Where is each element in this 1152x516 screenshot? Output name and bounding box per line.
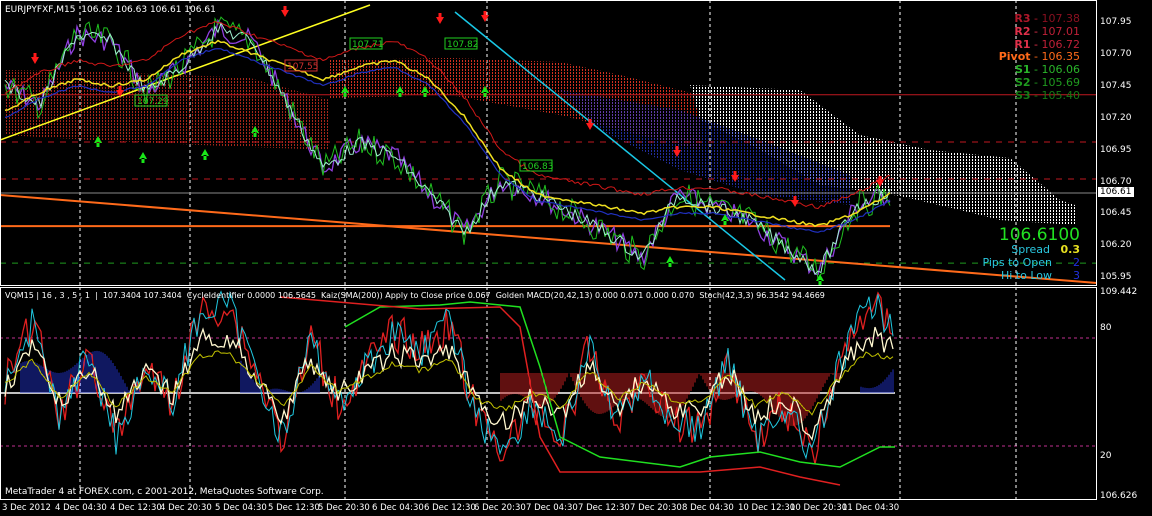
price-axis-label: 106.20 [1100, 240, 1132, 251]
sub-axis-min: 106.626 [1100, 491, 1138, 501]
price-axis-label: 106.95 [1100, 144, 1132, 155]
time-axis-label: 8 Dec 04:30 [682, 503, 734, 513]
pivot-separator: - [1030, 50, 1042, 64]
pivot-value: 106.72 [1041, 37, 1081, 51]
time-axis-label: 6 Dec 20:30 [474, 503, 526, 513]
down-arrow-icon [436, 13, 444, 24]
spread-label: Spread [1011, 243, 1050, 256]
indicator-canvas [0, 287, 1097, 500]
pivot-value: 107.01 [1041, 24, 1081, 38]
price-box-label: 107.82 [447, 40, 479, 50]
price-axis-label: 106.70 [1100, 176, 1132, 187]
pivot-separator: - [1030, 76, 1042, 89]
pivot-value: 105.69 [1041, 76, 1081, 89]
trendline-orange [0, 194, 1098, 284]
time-axis-label: 3 Dec 2012 [2, 503, 51, 513]
sub-axis-20: 20 [1100, 451, 1112, 461]
pivot-label: S3 [1014, 88, 1031, 102]
price-box-label: 106.83 [522, 162, 554, 172]
price-box-label: 107.71 [352, 40, 384, 50]
pivot-label: S2 [1014, 76, 1031, 89]
up-arrow-icon [666, 256, 674, 267]
time-axis-label: 4 Dec 20:30 [160, 503, 212, 513]
indicator-header: VQM15 | 16 , 3 , 5 , 1 | 107.3404 107.34… [5, 291, 825, 300]
time-axis-label: 7 Dec 04:30 [526, 503, 578, 513]
pivot-value: 107.38 [1041, 12, 1081, 25]
signal-red [279, 296, 841, 486]
pivot-label: S1 [1014, 63, 1031, 77]
hilo-row: Hi to Low 3 [1001, 269, 1080, 282]
pivot-value: 105.40 [1041, 88, 1081, 102]
time-axis-label: 10 Dec 12:30 [738, 503, 796, 513]
indicator-panel[interactable] [0, 287, 1152, 500]
stoch-cyan [4, 290, 894, 460]
pivot-row: S3 - 105.40 [1015, 89, 1080, 102]
time-axis-label: 6 Dec 12:30 [424, 503, 476, 513]
pivot-separator: - [1030, 63, 1042, 77]
symbol-label: EURJPYFXF,M15 [5, 5, 76, 15]
time-axis-label: 10 Dec 20:30 [790, 503, 848, 513]
copyright-text: MetaTrader 4 at FOREX.com, c 2001-2012, … [5, 487, 324, 497]
price-axis-label: 107.20 [1100, 112, 1132, 123]
pips-row: Pips to Open 2 [982, 256, 1080, 269]
down-arrow-icon [481, 11, 489, 22]
price-chart-canvas: 107.29 107.55 107.71 107.82 106.83 [0, 0, 1098, 286]
pivot-value: 106.35 [1041, 50, 1081, 64]
pips-label: Pips to Open [982, 256, 1053, 269]
pivot-row: S2 - 105.69 [1015, 76, 1080, 89]
price-axis-label: 107.70 [1100, 48, 1132, 59]
time-axis-label: 6 Dec 04:30 [372, 503, 424, 513]
hilo-label: Hi to Low [1000, 269, 1053, 282]
sub-axis-max: 109.442 [1100, 287, 1138, 297]
up-arrow-icon [139, 152, 147, 163]
pivot-label: Pivot [998, 50, 1031, 64]
time-axis-label: 5 Dec 12:30 [268, 503, 320, 513]
big-price: 106.6100 [998, 225, 1080, 245]
price-axis-label: 105.95 [1100, 272, 1132, 283]
down-arrow-icon [31, 53, 39, 64]
pivot-row: R2 - 107.01 [1014, 25, 1080, 38]
pivot-row: S1 - 106.06 [1015, 63, 1080, 76]
down-arrow-icon [281, 6, 289, 17]
time-axis-label: 4 Dec 12:30 [110, 503, 162, 513]
pivot-separator: - [1030, 24, 1042, 38]
time-axis-label: 11 Dec 04:30 [842, 503, 900, 513]
pivot-row: R3 - 107.38 [1014, 12, 1080, 25]
pivot-value: 106.06 [1041, 63, 1081, 77]
time-axis-label: 7 Dec 20:30 [630, 503, 682, 513]
price-box-label: 107.55 [287, 62, 319, 72]
symbol-header: EURJPYFXF,M15 106.62 106.63 106.61 106.6… [5, 5, 216, 15]
pivot-row: R1 - 106.72 [1014, 38, 1080, 51]
spread-value: 0.3 [1060, 243, 1081, 256]
current-price-tag: 106.61 [1098, 187, 1134, 197]
pivot-row: Pivot - 106.35 [999, 50, 1080, 63]
price-axis-label: 107.45 [1100, 80, 1132, 91]
hilo-value: 3 [1073, 269, 1080, 282]
time-axis-label: 5 Dec 20:30 [318, 503, 370, 513]
pivot-separator: - [1030, 37, 1042, 51]
pivot-separator: - [1030, 88, 1042, 102]
price-axis-label: 106.45 [1100, 208, 1132, 219]
pivot-separator: - [1030, 12, 1042, 25]
pips-value: 2 [1073, 256, 1080, 269]
time-axis-label: 5 Dec 04:30 [215, 503, 267, 513]
up-arrow-icon [201, 149, 209, 160]
time-axis-label: 7 Dec 12:30 [578, 503, 630, 513]
price-box-label: 107.29 [137, 97, 169, 107]
price-axis-label: 107.95 [1100, 17, 1132, 27]
sub-axis-80: 80 [1100, 323, 1112, 333]
price-chart[interactable]: 107.29 107.55 107.71 107.82 106.83 [0, 0, 1152, 286]
pivot-label: R3 [1014, 12, 1031, 25]
ohlc-values: 106.62 106.63 106.61 106.61 [81, 5, 216, 15]
pivot-label: R1 [1014, 37, 1031, 51]
pivot-label: R2 [1014, 24, 1031, 38]
time-axis-label: 4 Dec 04:30 [55, 503, 107, 513]
spread-row: Spread 0.3 [1011, 243, 1080, 256]
